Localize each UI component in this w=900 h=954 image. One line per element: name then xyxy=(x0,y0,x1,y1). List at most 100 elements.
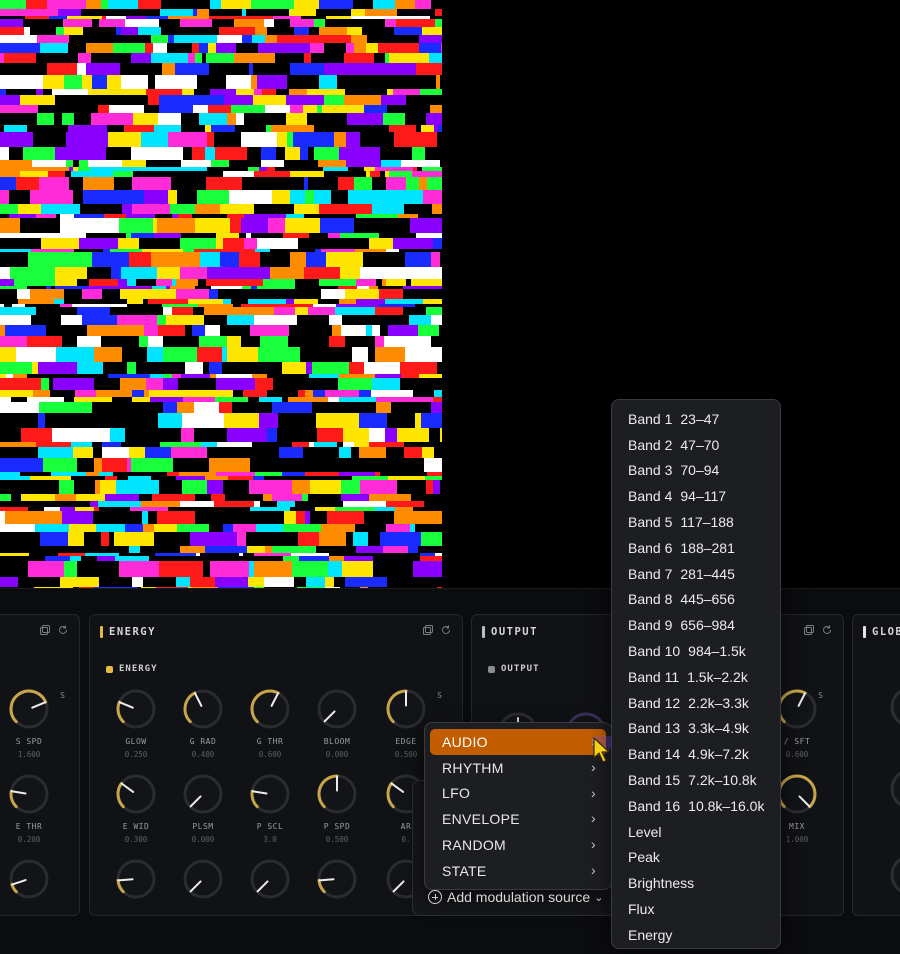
knob-dial[interactable] xyxy=(7,857,51,901)
knob-dial[interactable] xyxy=(181,687,225,731)
glitch-block xyxy=(41,238,79,249)
knob-unlabeled[interactable] xyxy=(181,857,225,901)
copy-icon[interactable] xyxy=(39,624,51,636)
glitch-block xyxy=(228,447,264,458)
menu-item-energy[interactable]: Energy xyxy=(612,922,780,948)
knob-dial[interactable] xyxy=(315,857,359,901)
knob-dial[interactable] xyxy=(315,772,359,816)
knob-dial[interactable] xyxy=(248,772,292,816)
menu-item-band-11[interactable]: Band 11 1.5k–2.2k xyxy=(612,664,780,690)
knob-sft[interactable]: / SFT 0.600 xyxy=(775,687,819,759)
knob-dial[interactable] xyxy=(248,857,292,901)
glitch-block xyxy=(219,402,232,413)
band-range: 47–70 xyxy=(680,436,720,453)
copy-icon[interactable] xyxy=(422,624,434,636)
menu-item-peak[interactable]: Peak xyxy=(612,845,780,871)
knob-g-rad[interactable]: G RAD 0.400 xyxy=(181,687,225,759)
menu-item-band-6[interactable]: Band 6 188–281 xyxy=(612,535,780,561)
menu-item-band-5[interactable]: Band 5 117–188 xyxy=(612,509,780,535)
menu-item-band-9[interactable]: Band 9 656–984 xyxy=(612,612,780,638)
reset-icon[interactable] xyxy=(440,624,452,636)
knob-dial[interactable] xyxy=(181,772,225,816)
knob-unlabeled[interactable] xyxy=(315,857,359,901)
menu-item-state[interactable]: STATE › xyxy=(430,858,606,884)
knob-unlabeled[interactable] xyxy=(114,857,158,901)
glitch-block xyxy=(99,472,113,476)
knob-dial[interactable] xyxy=(7,772,51,816)
knob-dial[interactable] xyxy=(114,687,158,731)
glitch-block xyxy=(337,75,371,89)
add-modulation-source-button[interactable]: Add modulation source ⌄ xyxy=(428,889,603,905)
knob[interactable] xyxy=(889,767,900,811)
menu-item-lfo[interactable]: LFO › xyxy=(430,781,606,807)
knob-dial[interactable] xyxy=(114,857,158,901)
knob-glow[interactable]: GLOW 0.250 xyxy=(114,687,158,759)
solo-tag[interactable]: S xyxy=(437,691,442,700)
menu-item-envelope[interactable]: ENVELOPE › xyxy=(430,806,606,832)
knob-bloom[interactable]: BLOOM 0.000 xyxy=(315,687,359,759)
glitch-block xyxy=(0,267,10,279)
menu-item-band-4[interactable]: Band 4 94–117 xyxy=(612,483,780,509)
glitch-block xyxy=(424,501,442,507)
menu-item-random[interactable]: RANDOM › xyxy=(430,832,606,858)
menu-item-band-10[interactable]: Band 10 984–1.5k xyxy=(612,638,780,664)
knob[interactable] xyxy=(889,685,900,729)
menu-item-band-13[interactable]: Band 13 3.3k–4.9k xyxy=(612,716,780,742)
glitch-block xyxy=(425,147,442,160)
copy-icon[interactable] xyxy=(803,624,815,636)
menu-item-flux[interactable]: Flux xyxy=(612,896,780,922)
solo-tag[interactable]: S xyxy=(60,691,65,700)
knob-g-thr[interactable]: G THR 0.600 xyxy=(248,687,292,759)
knob-p-spd[interactable]: P SPD 0.500 xyxy=(315,772,359,844)
knob-dial[interactable] xyxy=(7,687,51,731)
glitch-block xyxy=(302,476,344,480)
menu-item-band-12[interactable]: Band 12 2.2k–3.3k xyxy=(612,690,780,716)
knob-p-scl[interactable]: P SCL 3.0 xyxy=(248,772,292,844)
glitch-block xyxy=(9,214,36,218)
knob-s-spd[interactable]: S SPD 1.600 xyxy=(7,687,51,759)
knob-e-thr[interactable]: E THR 0.200 xyxy=(7,772,51,844)
knob-plsm[interactable]: PLSM 0.000 xyxy=(181,772,225,844)
knob-dial[interactable] xyxy=(114,772,158,816)
knob-mix[interactable]: MIX 1.000 xyxy=(775,772,819,844)
knob-edge[interactable]: EDGE 0.500 xyxy=(384,687,428,759)
knob-dial[interactable] xyxy=(315,687,359,731)
menu-item-brightness[interactable]: Brightness xyxy=(612,870,780,896)
reset-icon[interactable] xyxy=(821,624,833,636)
glitch-block xyxy=(117,95,148,105)
menu-item-band-1[interactable]: Band 1 23–47 xyxy=(612,406,780,432)
glitch-block xyxy=(437,132,442,147)
knob-dial[interactable] xyxy=(775,772,819,816)
glitch-block xyxy=(415,53,429,63)
glitch-block xyxy=(20,218,60,233)
knob-dial[interactable] xyxy=(775,687,819,731)
menu-item-band-2[interactable]: Band 2 47–70 xyxy=(612,432,780,458)
glitch-block xyxy=(314,125,354,132)
menu-item-band-16[interactable]: Band 16 10.8k–16.0k xyxy=(612,793,780,819)
glitch-block xyxy=(327,458,344,472)
knob-dial[interactable] xyxy=(181,857,225,901)
menu-item-band-8[interactable]: Band 8 445–656 xyxy=(612,587,780,613)
knob-unlabeled[interactable] xyxy=(248,857,292,901)
menu-item-band-3[interactable]: Band 3 70–94 xyxy=(612,458,780,484)
glitch-block xyxy=(0,63,31,75)
reset-icon[interactable] xyxy=(57,624,69,636)
menu-item-rhythm[interactable]: RHYTHM › xyxy=(430,755,606,781)
glitch-block xyxy=(0,171,20,177)
knob-dial[interactable] xyxy=(889,767,900,811)
menu-item-band-15[interactable]: Band 15 7.2k–10.8k xyxy=(612,767,780,793)
menu-item-audio[interactable]: AUDIO› xyxy=(430,729,606,755)
menu-item-level[interactable]: Level xyxy=(612,819,780,845)
knob-unlabeled[interactable] xyxy=(7,857,51,901)
knob-dial[interactable] xyxy=(384,687,428,731)
knob-dial[interactable] xyxy=(248,687,292,731)
glitch-block xyxy=(320,413,359,428)
glitch-block xyxy=(233,304,241,307)
knob[interactable] xyxy=(889,853,900,897)
menu-item-band-14[interactable]: Band 14 4.9k–7.2k xyxy=(612,741,780,767)
menu-item-band-7[interactable]: Band 7 281–445 xyxy=(612,561,780,587)
glitch-block xyxy=(168,132,207,147)
knob-e-wid[interactable]: E WID 0.300 xyxy=(114,772,158,844)
knob-dial[interactable] xyxy=(889,685,900,729)
knob-dial[interactable] xyxy=(889,853,900,897)
